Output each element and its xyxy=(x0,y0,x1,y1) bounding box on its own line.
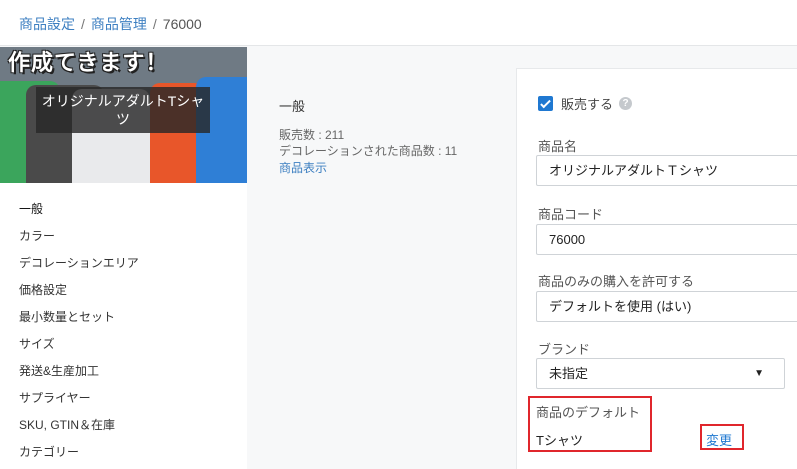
breadcrumb-product-settings[interactable]: 商品設定 xyxy=(19,16,75,32)
brand-select[interactable]: 未指定 ▼ xyxy=(536,358,785,389)
product-code-input[interactable]: 76000 xyxy=(536,224,797,255)
purchase-allowed-select[interactable]: デフォルトを使用 (はい) xyxy=(536,291,797,322)
breadcrumb-separator: / xyxy=(81,16,85,32)
chevron-down-icon: ▼ xyxy=(754,368,764,379)
side-nav-sku-inventory[interactable]: SKU, GTIN＆在庫 xyxy=(0,412,247,439)
top-bar: 商品設定 / 商品管理 / 76000 xyxy=(0,0,797,46)
side-nav-min-quantity[interactable]: 最小数量とセット xyxy=(0,304,247,331)
sell-checkbox[interactable] xyxy=(538,96,553,111)
view-product-link[interactable]: 商品表示 xyxy=(279,160,327,176)
breadcrumb-product-management[interactable]: 商品管理 xyxy=(91,16,147,32)
product-name-input[interactable]: オリジナルアダルトＴシャツ xyxy=(536,155,797,186)
sell-row: 販売する ? xyxy=(538,94,633,113)
banner-heading: 作成てきます！ xyxy=(8,50,169,75)
side-nav-pricing[interactable]: 価格設定 xyxy=(0,277,247,304)
side-nav: 一般 カラー デコレーションエリア 価格設定 最小数量とセット サイズ 発送&生… xyxy=(0,196,247,466)
side-nav-colors[interactable]: カラー xyxy=(0,223,247,250)
brand-select-value: 未指定 xyxy=(549,366,589,381)
product-banner-image: 作成てきます！ オリジナルアダルトTシャツ xyxy=(0,47,247,183)
purchase-allowed-label: 商品のみの購入を許可する xyxy=(538,274,695,289)
help-icon[interactable]: ? xyxy=(619,97,633,110)
breadcrumb-current: 76000 xyxy=(162,16,202,32)
sell-label: 販売する xyxy=(561,97,614,112)
side-nav-decoration-area[interactable]: デコレーションエリア xyxy=(0,250,247,277)
banner-product-label: オリジナルアダルトTシャツ xyxy=(36,87,210,133)
brand-label: ブランド xyxy=(538,342,591,357)
product-name-label: 商品名 xyxy=(538,139,578,154)
product-code-label: 商品コード xyxy=(538,207,604,222)
change-link[interactable]: 変更 xyxy=(706,430,732,449)
decorated-count: デコレーションされた商品数 : 11 xyxy=(279,144,458,158)
side-nav-general[interactable]: 一般 xyxy=(0,196,247,223)
side-nav-sizes[interactable]: サイズ xyxy=(0,331,247,358)
general-info: 一般 販売数 : 211 デコレーションされた商品数 : 11 商品表示 xyxy=(279,96,499,177)
side-nav-shipping[interactable]: 発送&生産加工 xyxy=(0,358,247,385)
left-column: 作成てきます！ オリジナルアダルトTシャツ 一般 カラー デコレーションエリア … xyxy=(0,47,247,469)
breadcrumb-separator: / xyxy=(152,16,157,32)
sold-count: 販売数 : 211 xyxy=(279,128,345,142)
section-title: 一般 xyxy=(279,99,306,114)
product-default-value: Tシャツ xyxy=(536,433,583,448)
side-nav-categories[interactable]: カテゴリー xyxy=(0,439,247,466)
breadcrumb: 商品設定 / 商品管理 / 76000 xyxy=(19,14,202,34)
side-nav-suppliers[interactable]: サプライヤー xyxy=(0,385,247,412)
product-default-label: 商品のデフォルト xyxy=(536,405,641,420)
